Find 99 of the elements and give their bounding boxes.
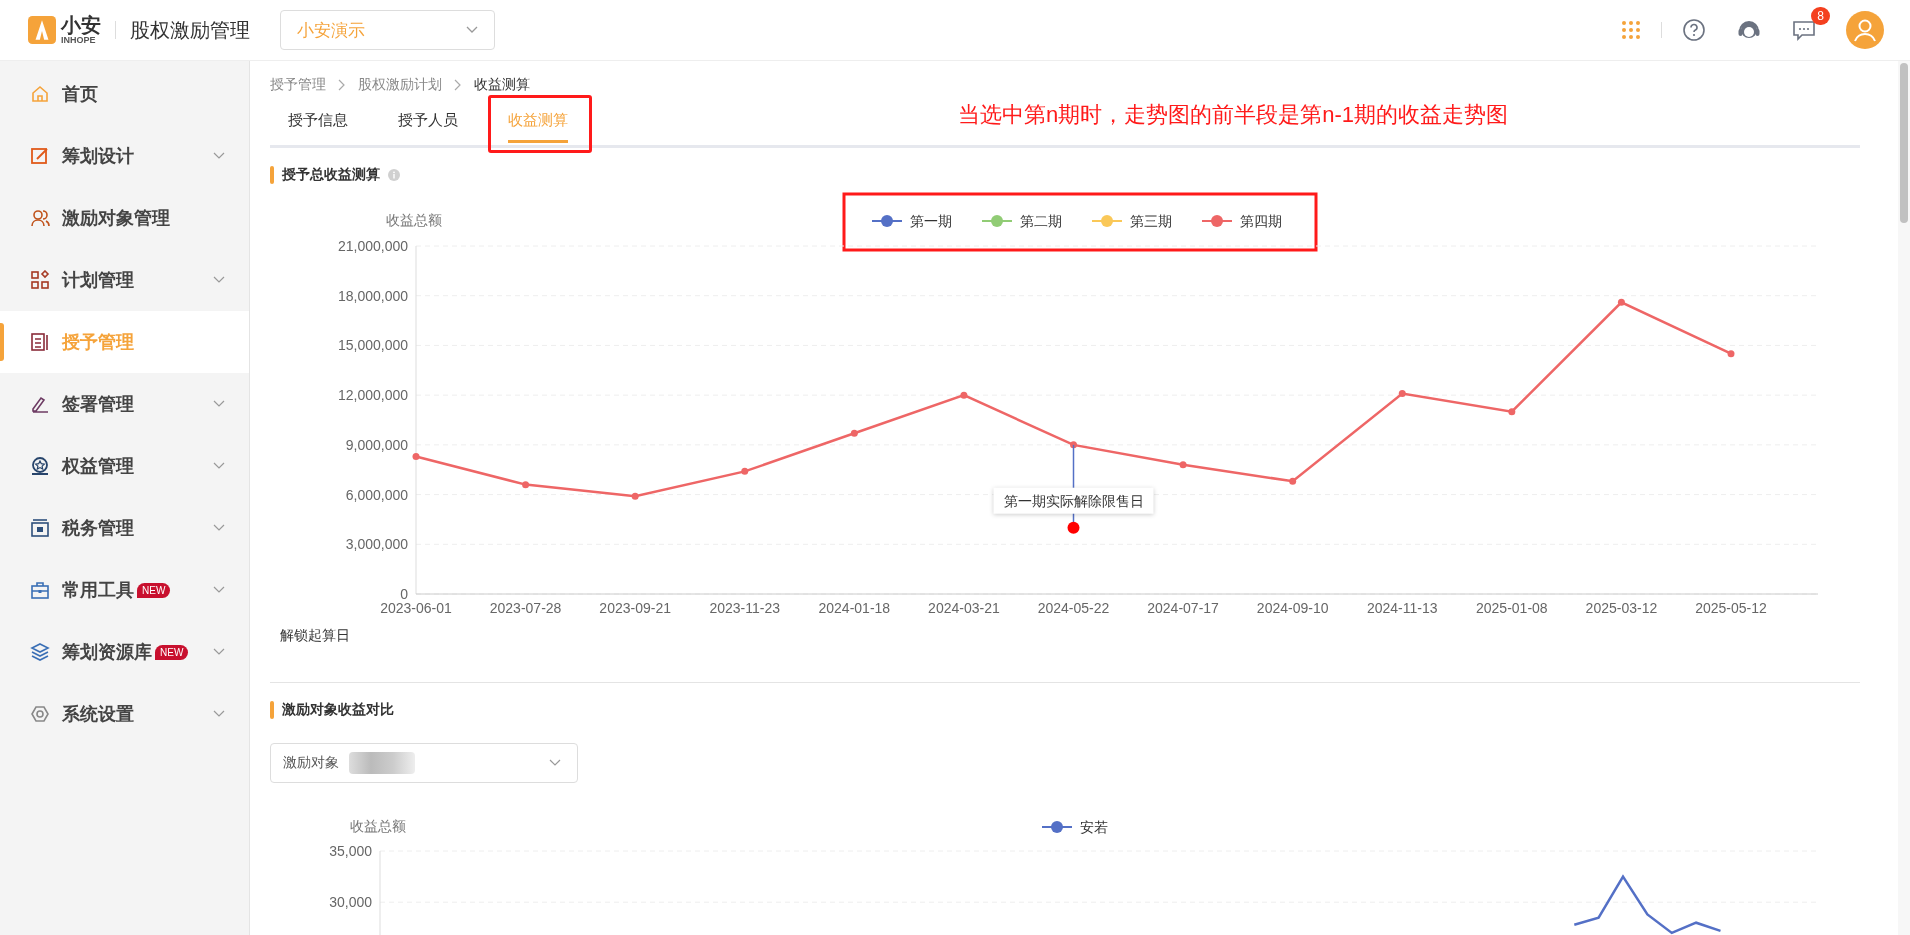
data-point <box>741 467 749 475</box>
data-point <box>1289 477 1297 485</box>
menu-item-icon <box>30 208 50 228</box>
sidebar-item[interactable]: 税务管理 <box>0 497 249 559</box>
logo-icon <box>28 16 56 44</box>
menu-item-icon <box>30 580 50 600</box>
scrollbar[interactable] <box>1898 61 1910 935</box>
x-tick-label: 2024-01-18 <box>818 600 891 616</box>
legend-label: 第三期 <box>1130 213 1172 229</box>
x-tick-label: 2024-03-21 <box>928 600 1000 616</box>
menu-item-icon <box>30 146 50 166</box>
data-point <box>1508 408 1516 416</box>
legend-item[interactable]: 安若 <box>1041 819 1108 835</box>
menu-item-icon <box>30 704 50 724</box>
chevron-right-icon <box>454 79 462 91</box>
y-tick-label: 21,000,000 <box>337 238 408 254</box>
legend-item[interactable]: 第二期 <box>981 213 1062 229</box>
x-axis-title: 解锁起算日 <box>280 627 350 643</box>
breadcrumb-item[interactable]: 股权激励计划 <box>358 76 442 94</box>
x-tick-label: 2023-11-23 <box>709 600 781 616</box>
tab[interactable]: 授予人员 <box>398 97 458 143</box>
y-axis-title: 收益总额 <box>386 212 442 228</box>
legend-label: 第四期 <box>1240 213 1282 229</box>
avatar-icon[interactable] <box>1846 11 1884 49</box>
data-point <box>631 492 639 500</box>
annotation-note: 当选中第n期时，走势图的前半段是第n-1期的收益走势图 <box>958 101 1509 129</box>
sidebar-item[interactable]: 筹划资源库 NEW <box>0 621 249 683</box>
section-title: 激励对象收益对比 <box>282 701 394 719</box>
menu-item-icon <box>30 394 50 414</box>
blurred-value <box>349 752 415 774</box>
data-point <box>1398 390 1406 397</box>
sidebar-item[interactable]: 常用工具 NEW <box>0 559 249 621</box>
chevron-down-icon <box>466 26 478 34</box>
legend-item[interactable]: 第四期 <box>1201 213 1282 229</box>
breadcrumb-item: 收益测算 <box>474 76 530 94</box>
sidebar-item[interactable]: 权益管理 <box>0 435 249 497</box>
menu-item-icon <box>30 84 50 104</box>
notification-badge: 8 <box>1811 7 1830 25</box>
menu-item-icon <box>30 270 50 290</box>
x-tick-label: 2023-07-28 <box>489 600 562 616</box>
app-title: 股权激励管理 <box>130 17 250 43</box>
sidebar-item[interactable]: 系统设置 <box>0 683 249 745</box>
sidebar-item[interactable]: 激励对象管理 <box>0 187 249 249</box>
data-point <box>850 429 858 437</box>
tab[interactable]: 授予信息 <box>288 97 348 143</box>
breadcrumb-item[interactable]: 授予管理 <box>270 76 326 94</box>
info-icon[interactable] <box>388 169 400 181</box>
data-point <box>1617 298 1625 306</box>
y-axis-title: 收益总额 <box>350 818 406 834</box>
sidebar-item[interactable]: 筹划设计 <box>0 125 249 187</box>
x-tick-label: 2023-09-21 <box>599 600 671 616</box>
data-point <box>1179 461 1187 469</box>
menu-item-icon <box>30 456 50 476</box>
data-point <box>960 391 968 399</box>
legend-label: 安若 <box>1080 819 1108 835</box>
message-icon[interactable] <box>1792 19 1816 41</box>
x-tick-label: 2024-11-13 <box>1366 600 1438 616</box>
x-tick-label: 2025-01-08 <box>1476 600 1548 616</box>
logo-subtext: INHOPE <box>61 36 97 45</box>
help-icon[interactable] <box>1682 18 1706 42</box>
legend-item[interactable]: 第三期 <box>1091 213 1172 229</box>
logo-text: 小安 <box>61 15 101 35</box>
legend-label: 第二期 <box>1020 213 1062 229</box>
x-tick-label: 2025-05-12 <box>1695 600 1767 616</box>
x-tick-label: 2023-06-01 <box>380 600 452 616</box>
legend-item[interactable]: 第一期 <box>871 213 952 229</box>
y-tick-label: 3,000,000 <box>345 536 408 553</box>
chevron-right-icon <box>338 79 346 91</box>
legend-label: 第一期 <box>910 213 952 229</box>
person-select[interactable]: 激励对象 <box>270 743 578 783</box>
y-tick-label: 0 <box>400 586 408 602</box>
data-point <box>412 452 420 460</box>
data-point <box>522 481 530 489</box>
scrollbar-thumb[interactable] <box>1900 63 1908 223</box>
y-tick-label: 12,000,000 <box>337 387 408 404</box>
y-tick-label: 6,000,000 <box>345 486 408 503</box>
x-tick-label: 2024-07-17 <box>1147 600 1219 616</box>
data-point <box>1727 350 1735 358</box>
section-title: 授予总收益测算 <box>282 166 380 184</box>
menu-item-icon <box>30 332 50 352</box>
annotation: 第一期实际解除限售日 <box>1003 492 1144 509</box>
x-tick-label: 2024-09-10 <box>1256 600 1329 616</box>
x-tick-label: 2024-05-22 <box>1037 600 1110 616</box>
apps-grid-icon[interactable] <box>1621 20 1641 40</box>
data-point <box>1070 441 1077 449</box>
y-tick-label: 9,000,000 <box>345 436 408 453</box>
sidebar-item[interactable]: 计划管理 <box>0 249 249 311</box>
menu-item-icon <box>30 518 50 538</box>
y-tick-label: 30,000 <box>329 894 372 911</box>
new-badge: NEW <box>155 644 189 660</box>
new-badge: NEW <box>137 582 171 598</box>
sidebar-item[interactable]: 首页 <box>0 63 249 125</box>
y-tick-label: 35,000 <box>329 843 372 859</box>
y-tick-label: 18,000,000 <box>337 287 408 304</box>
sidebar-item[interactable]: 签署管理 <box>0 373 249 435</box>
x-tick-label: 2025-03-12 <box>1585 600 1658 616</box>
y-tick-label: 15,000,000 <box>337 337 408 354</box>
menu-item-icon <box>30 642 50 662</box>
chevron-down-icon <box>549 759 561 767</box>
